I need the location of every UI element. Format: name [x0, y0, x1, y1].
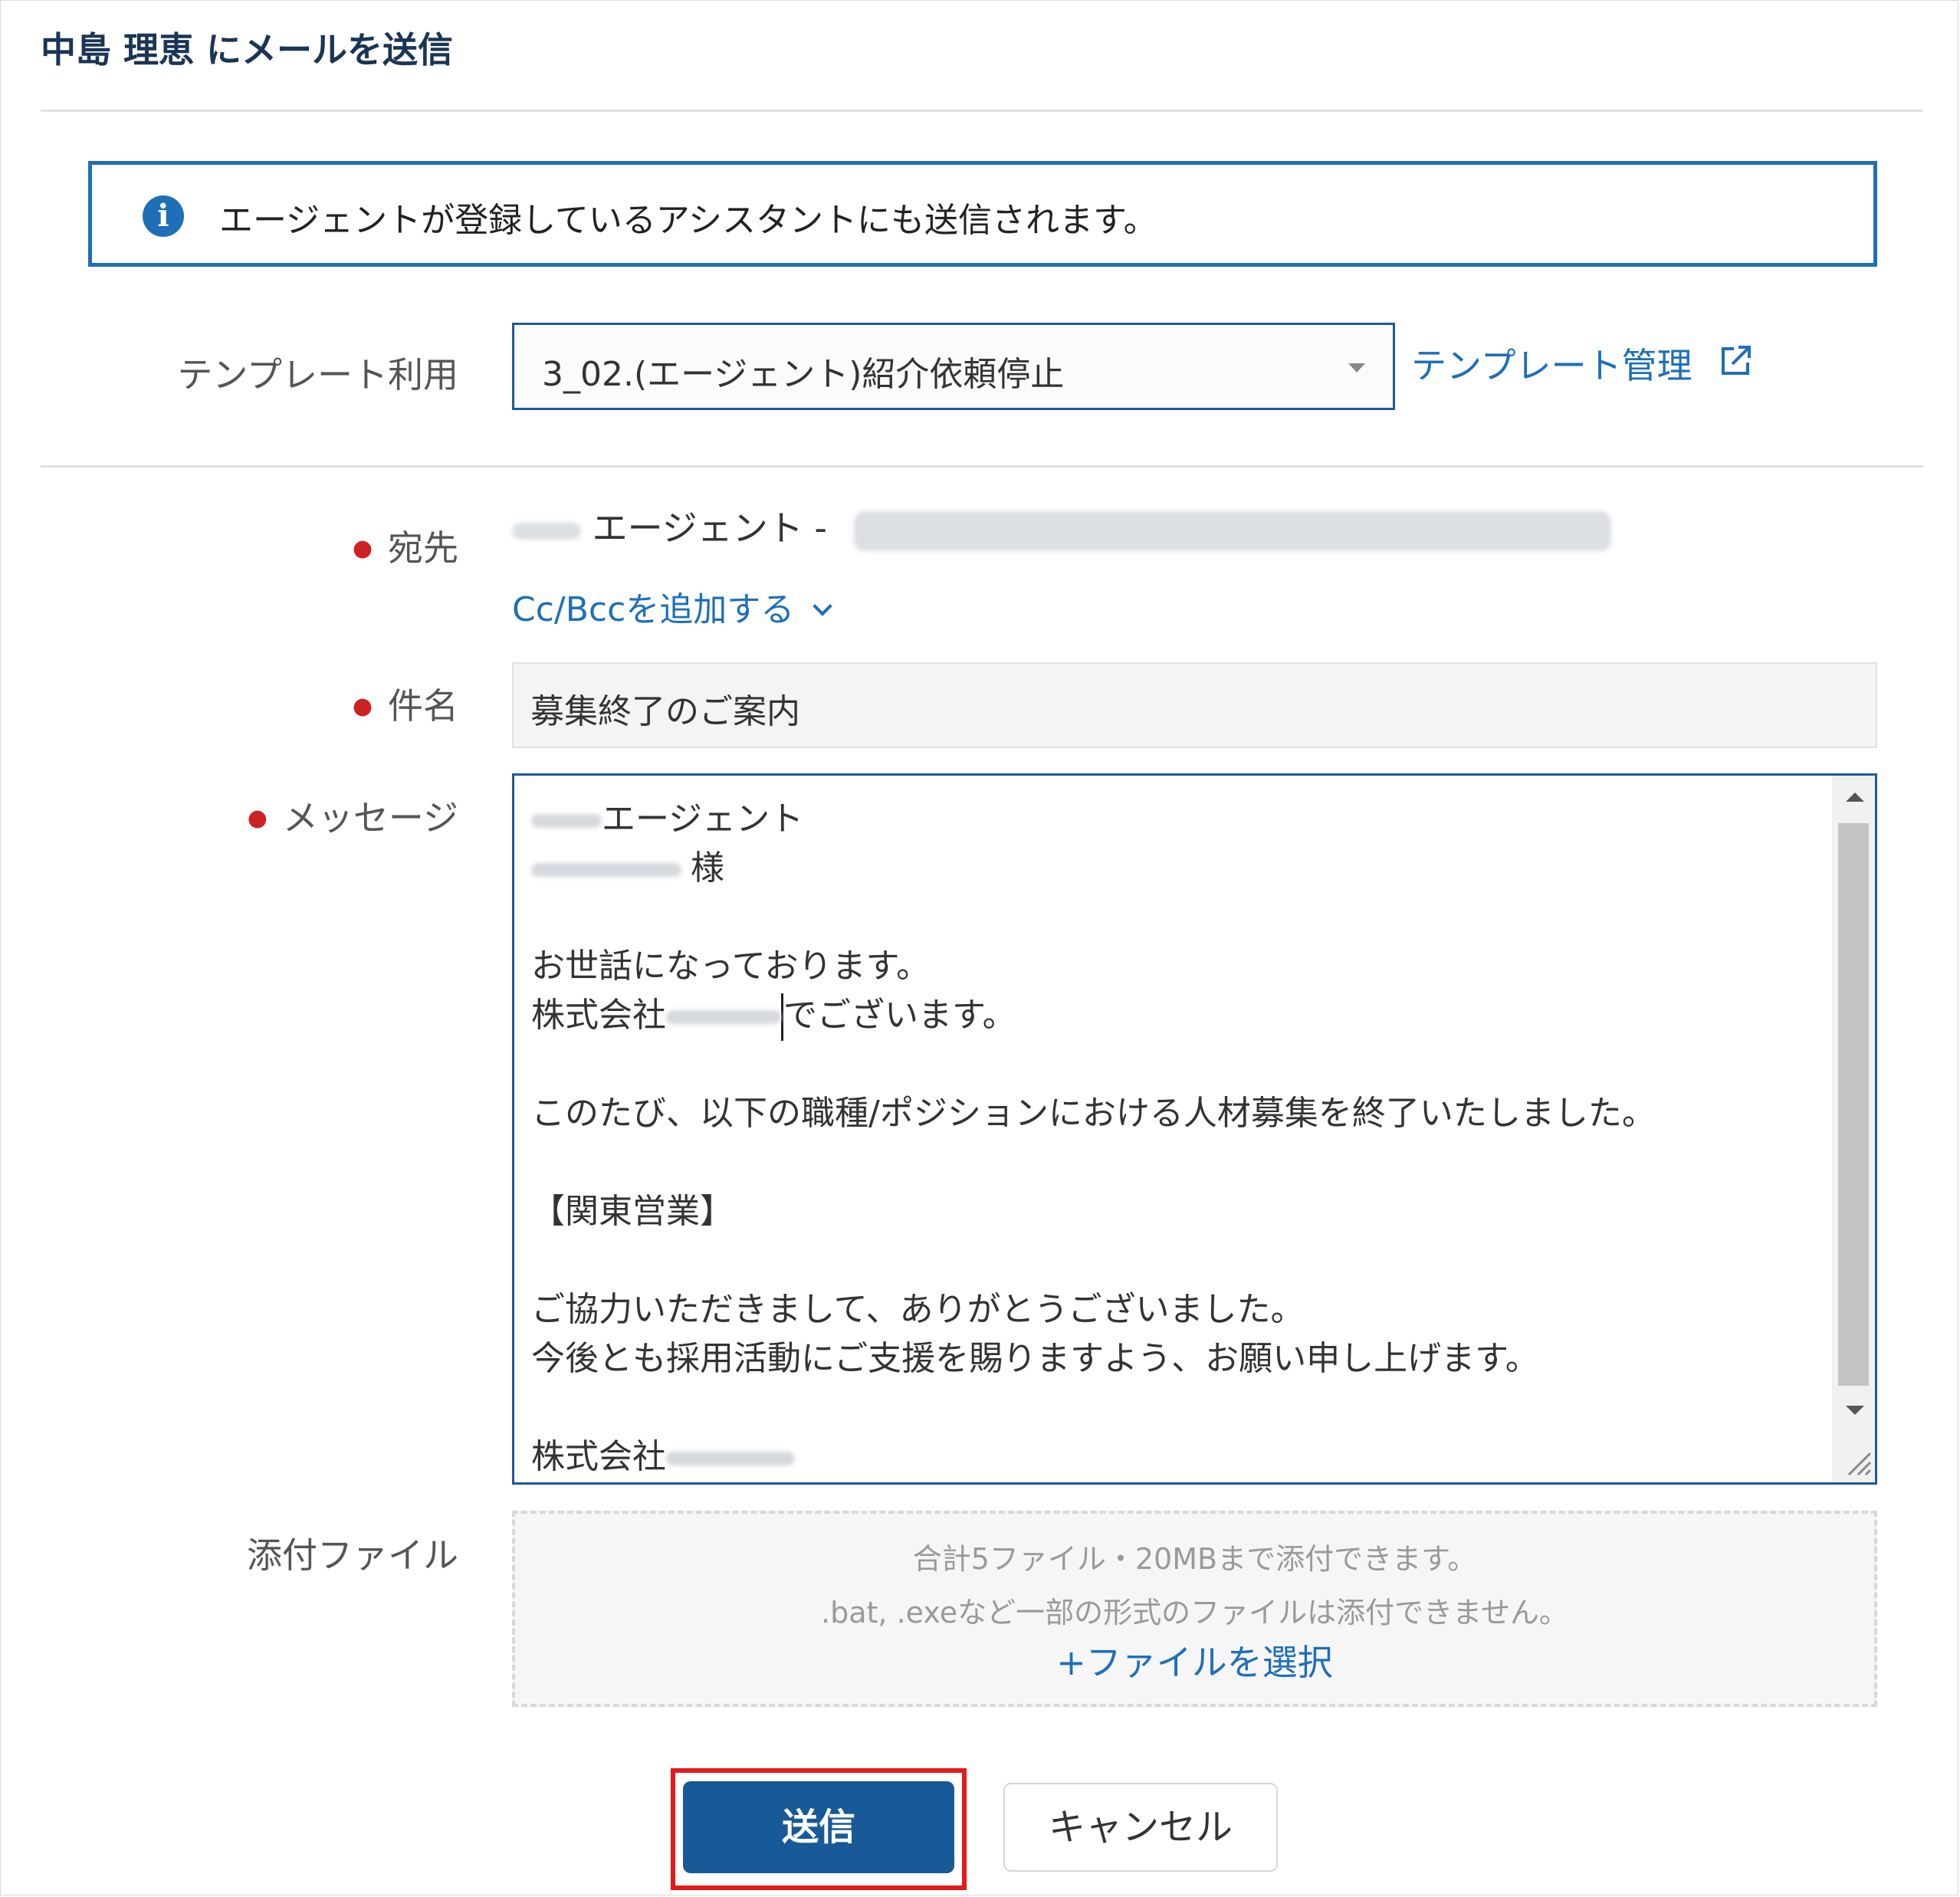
divider: [41, 110, 1923, 112]
attachments-label: 添付ファイル: [247, 1534, 458, 1576]
message-line: 株式会社 でございます。: [531, 987, 1016, 1041]
redacted-text: [531, 814, 602, 828]
attachment-format-text: .bat, .exeなど一部の形式のファイルは添付できません。: [821, 1596, 1568, 1630]
message-line: ご協力いただきまして、ありがとうございました。: [531, 1290, 1305, 1329]
template-select[interactable]: 3_02.(エージェント)紹介依頼停止: [512, 323, 1395, 410]
redacted-text: [666, 1010, 781, 1024]
message-line: 株式会社: [531, 1429, 795, 1478]
message-line: エージェント: [531, 791, 803, 840]
message-scrollbar[interactable]: [1832, 776, 1875, 1482]
message-line: お世話になっております。: [531, 947, 931, 986]
template-manage-link[interactable]: テンプレート管理: [1411, 338, 1752, 389]
subject-value: 募集終了のご案内: [530, 692, 800, 731]
divider: [41, 465, 1923, 468]
subject-input[interactable]: 募集終了のご案内: [512, 662, 1877, 748]
external-link-icon: [1719, 344, 1752, 386]
resize-handle-icon[interactable]: [1841, 1446, 1872, 1479]
recipient-label: ● 宛先: [352, 527, 458, 569]
attachment-dropzone[interactable]: 合計5ファイル・20MBまで添付できます。 .bat, .exeなど一部の形式の…: [512, 1511, 1877, 1707]
chevron-down-icon: [813, 596, 833, 616]
template-label: テンプレート利用: [177, 354, 458, 395]
required-dot: ●: [352, 693, 373, 720]
subject-label: ● 件名: [352, 685, 458, 727]
message-line: このたび、以下の職種/ポジションにおける人材募集を終了いたしました。: [531, 1094, 1656, 1133]
redacted-agent-name: [512, 522, 581, 540]
send-mail-dialog: 中島 理恵 にメールを送信 i エージェントが登録しているアシスタントにも送信さ…: [0, 0, 1958, 1895]
redacted-text: [666, 1452, 795, 1465]
cc-bcc-label: Cc/Bccを追加する: [512, 590, 795, 629]
send-button[interactable]: 送信: [683, 1781, 954, 1873]
required-dot: ●: [247, 805, 268, 832]
message-line: 様: [531, 840, 724, 889]
redacted-recipient-address: [853, 510, 1611, 551]
template-select-value: 3_02.(エージェント)紹介依頼停止: [542, 355, 1065, 394]
message-textarea[interactable]: エージェント 様 お世話になっております。 株式会社 でございます。 このたび、以…: [512, 773, 1877, 1485]
info-text: エージェントが登録しているアシスタントにも送信されます。: [219, 201, 1157, 240]
add-cc-bcc-link[interactable]: Cc/Bccを追加する: [512, 582, 833, 631]
scroll-up-arrow-icon[interactable]: [1846, 793, 1864, 802]
scroll-thumb[interactable]: [1838, 823, 1869, 1386]
dialog-title: 中島 理恵 にメールを送信: [41, 29, 454, 71]
info-icon: i: [143, 195, 184, 237]
message-line: 今後とも採用活動にご支援を賜りますよう、お願い申し上げます。: [531, 1339, 1539, 1378]
attachment-limit-text: 合計5ファイル・20MBまで添付できます。: [912, 1542, 1477, 1576]
required-dot: ●: [352, 535, 373, 562]
info-banner: i エージェントが登録しているアシスタントにも送信されます。: [88, 161, 1877, 267]
redacted-text: [531, 863, 681, 877]
message-label: ● メッセージ: [247, 797, 458, 839]
message-line: 【関東営業】: [531, 1192, 734, 1231]
recipient-agent-suffix: エージェント -: [592, 507, 827, 549]
scroll-down-arrow-icon[interactable]: [1846, 1406, 1864, 1415]
template-manage-label: テンプレート管理: [1411, 345, 1692, 386]
cancel-button[interactable]: キャンセル: [1003, 1783, 1278, 1872]
chevron-down-icon: [1348, 363, 1365, 373]
select-file-link[interactable]: +ファイルを選択: [515, 1635, 1874, 1685]
recipient-value: エージェント -: [512, 501, 1611, 551]
